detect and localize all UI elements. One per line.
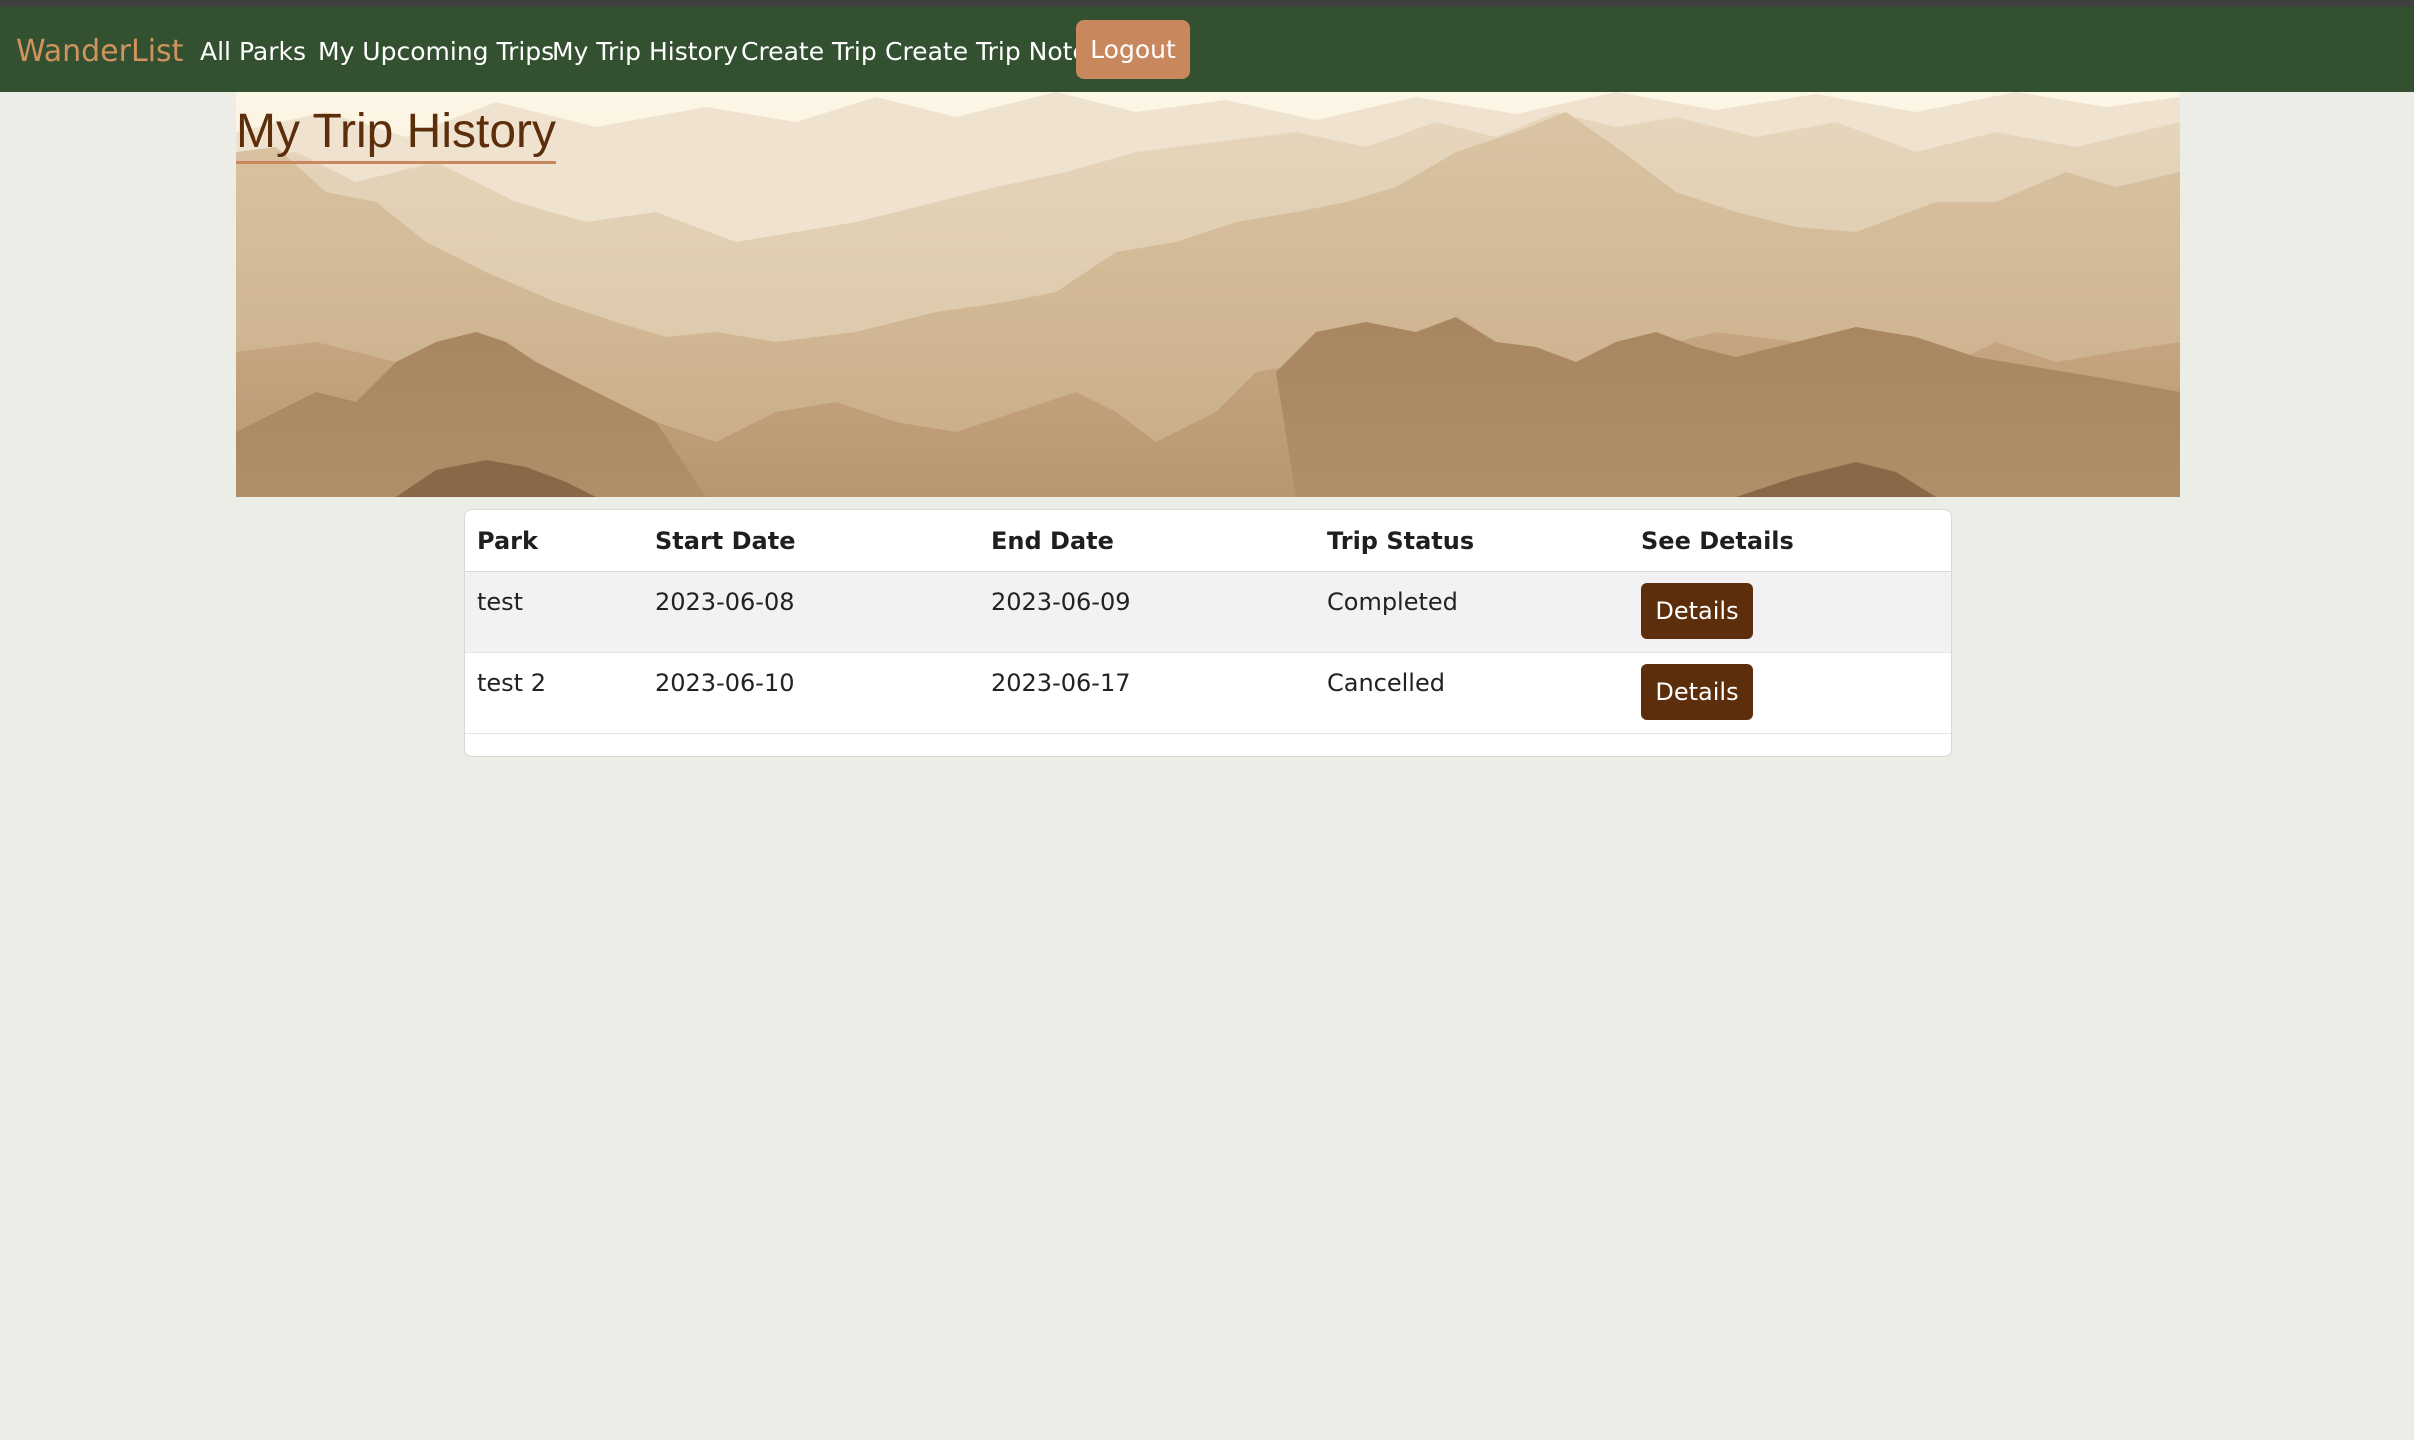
cell-end-date: 2023-06-17 [979,652,1315,734]
header-park: Park [465,510,643,572]
cell-trip-status: Completed [1315,571,1629,653]
header-trip-status: Trip Status [1315,510,1629,572]
cell-start-date: 2023-06-08 [643,571,979,653]
cell-end-date: 2023-06-09 [979,571,1315,653]
details-button[interactable]: Details [1641,664,1753,720]
navbar: WanderList All Parks My Upcoming Trips M… [0,7,2414,92]
page-title: My Trip History [236,104,557,164]
brand-logo-link[interactable]: WanderList [16,34,183,69]
cell-trip-status: Cancelled [1315,652,1629,734]
header-end-date: End Date [979,510,1315,572]
cell-start-date: 2023-06-10 [643,652,979,734]
details-button[interactable]: Details [1641,583,1753,639]
table-row: test 2 2023-06-10 2023-06-17 Cancelled D… [465,652,1951,734]
trip-history-table-card: Park Start Date End Date Trip Status See… [464,509,1952,757]
nav-all-parks[interactable]: All Parks [200,37,306,66]
cell-actions: Details [1629,652,1951,734]
table-row: test 2023-06-08 2023-06-09 Completed Det… [465,571,1951,653]
table-header-row: Park Start Date End Date Trip Status See… [465,510,1951,572]
window-top-border [0,0,2414,7]
nav-create-trip-note[interactable]: Create Trip Note [885,37,1088,66]
nav-my-upcoming-trips[interactable]: My Upcoming Trips [318,37,554,66]
header-see-details: See Details [1629,510,1951,572]
nav-my-trip-history[interactable]: My Trip History [552,37,738,66]
logout-button[interactable]: Logout [1076,20,1190,79]
cell-actions: Details [1629,571,1951,653]
cell-park: test [465,571,643,653]
nav-create-trip[interactable]: Create Trip [741,37,877,66]
cell-park: test 2 [465,652,643,734]
header-start-date: Start Date [643,510,979,572]
trip-history-table: Park Start Date End Date Trip Status See… [465,510,1951,734]
